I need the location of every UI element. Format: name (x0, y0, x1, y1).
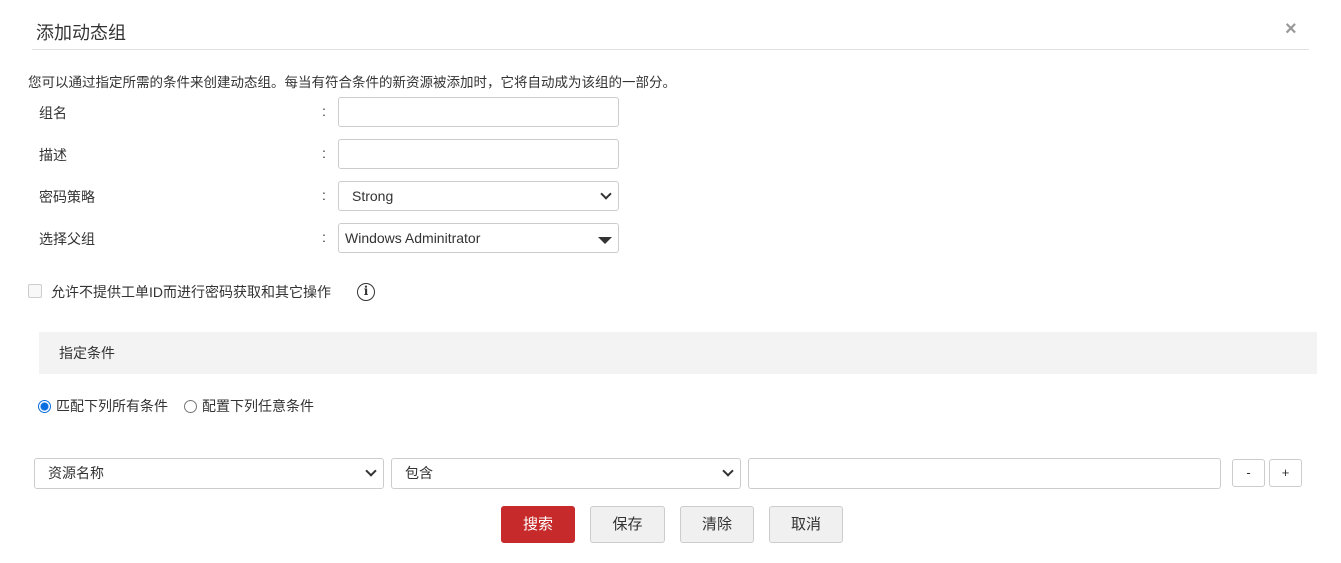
clear-button[interactable]: 清除 (680, 506, 754, 543)
field-value: 资源名称 (48, 465, 104, 481)
remove-criteria-button[interactable]: - (1232, 459, 1265, 487)
colon: : (322, 145, 326, 161)
radio-icon (184, 400, 197, 413)
description-label: 描述 (39, 147, 67, 163)
radio-selected-icon (38, 400, 51, 413)
allow-without-ticket-label: 允许不提供工单ID而进行密码获取和其它操作 (51, 284, 331, 300)
criteria-operator-select[interactable]: 包含 (391, 458, 741, 489)
match-all-radio[interactable]: 匹配下列所有条件 (38, 396, 168, 416)
group-name-input[interactable] (338, 97, 619, 127)
description-text: 您可以通过指定所需的条件来创建动态组。每当有符合条件的新资源被添加时，它将自动成… (28, 75, 676, 90)
chevron-down-icon (722, 465, 734, 477)
parent-group-label: 选择父组 (39, 231, 95, 247)
match-any-radio[interactable]: 配置下列任意条件 (184, 396, 314, 416)
criteria-field-select[interactable]: 资源名称 (34, 458, 384, 489)
operator-value: 包含 (405, 465, 433, 481)
close-icon[interactable]: × (1285, 18, 1297, 41)
divider (32, 49, 1309, 50)
info-icon[interactable]: i (357, 283, 375, 301)
group-name-label: 组名 (39, 105, 67, 121)
colon: : (322, 229, 326, 245)
match-all-label: 匹配下列所有条件 (56, 398, 168, 414)
search-button[interactable]: 搜索 (501, 506, 575, 543)
chevron-down-icon (365, 465, 377, 477)
dialog-title: 添加动态组 (36, 23, 126, 43)
match-any-label: 配置下列任意条件 (202, 398, 314, 414)
password-policy-label: 密码策略 (39, 189, 95, 205)
criteria-value-input[interactable] (748, 458, 1221, 489)
colon: : (322, 187, 326, 203)
parent-group-value: Windows Adminitrator (345, 230, 481, 246)
chevron-down-icon (600, 188, 612, 200)
password-policy-value: Strong (352, 188, 394, 204)
caret-down-icon (598, 237, 612, 244)
parent-group-select[interactable]: Windows Adminitrator (338, 223, 619, 253)
save-button[interactable]: 保存 (590, 506, 665, 543)
colon: : (322, 103, 326, 119)
cancel-button[interactable]: 取消 (769, 506, 843, 543)
criteria-header: 指定条件 (39, 332, 1317, 374)
description-input[interactable] (338, 139, 619, 169)
add-criteria-button[interactable]: + (1269, 459, 1302, 487)
password-policy-select[interactable]: Strong (338, 181, 619, 211)
allow-without-ticket-checkbox[interactable] (28, 284, 42, 298)
